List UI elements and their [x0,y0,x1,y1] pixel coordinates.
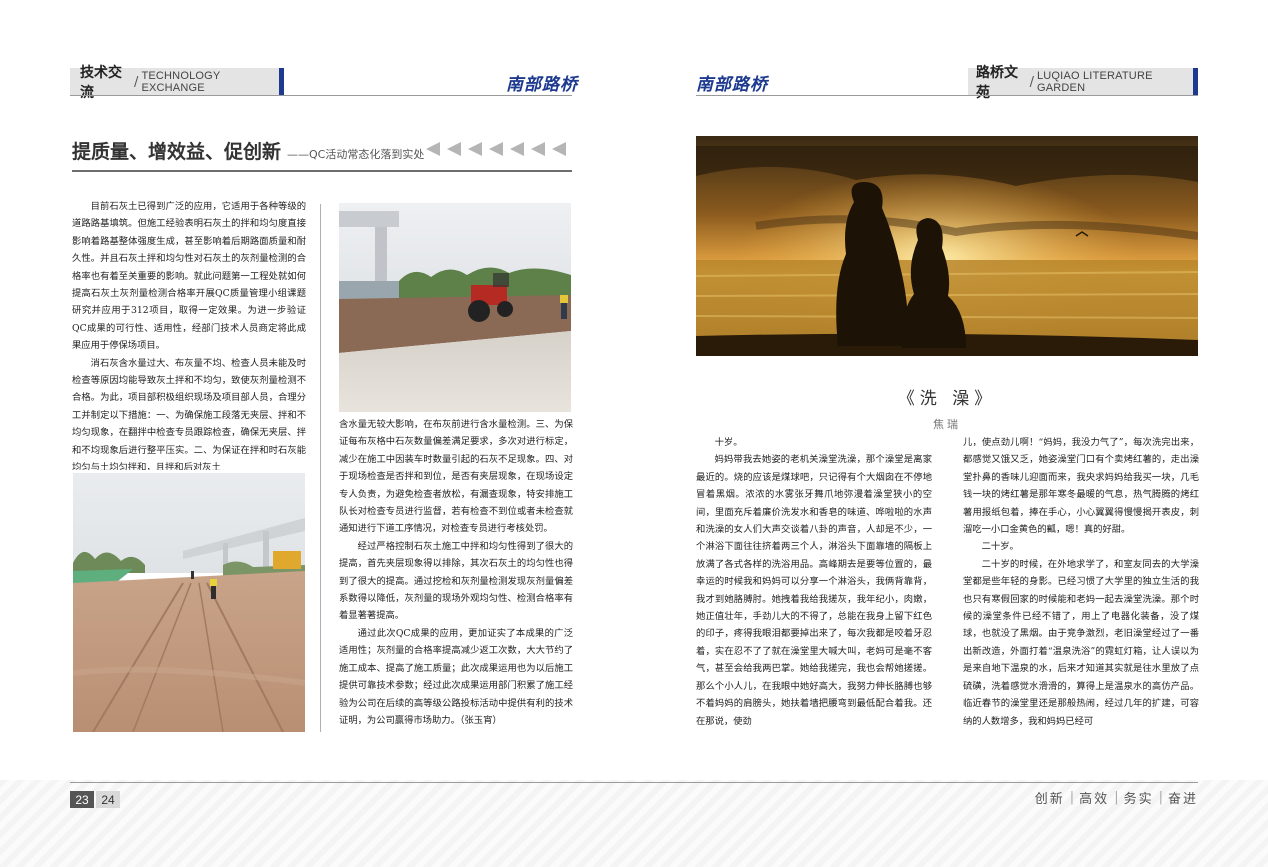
footer-motto: 创新 | 高效 | 务实 | 奋进 [1035,788,1198,807]
left-column-divider [320,204,321,732]
left-arrow-icon [468,142,482,156]
essay-author: 焦瑞 [933,418,961,431]
essay-column-1: 十岁。妈妈带我去她姿的老机关澡堂洗澡，那个澡堂是离家最近的。烧的应该是煤球吧，只… [696,434,932,740]
article-column-2: 含水量无较大影响，在布灰前进行含水量检测。三、为保证每布灰格中石灰数量偏差满足要… [339,416,573,740]
left-arrow-icon [447,142,461,156]
left-section-separator: / [134,74,139,90]
right-section-cn: 路桥文苑 [976,65,1018,101]
essay-paragraph: 妈妈带我去她姿的老机关澡堂洗澡，那个澡堂是离家最近的。烧的应该是煤球吧，只记得有… [696,454,932,727]
motto-word: 创新 [1034,792,1065,807]
article-title: 提质量、增效益、促创新 [72,141,282,163]
left-section-en: TECHNOLOGY EXCHANGE [141,70,221,94]
sunset-silhouette-photo [696,136,1198,356]
left-section-tab: 技术交流 / TECHNOLOGY EXCHANGE [70,65,284,101]
left-arrow-icon [489,142,503,156]
tractor-mixing-photo [339,203,571,412]
right-tab-accent [1193,68,1198,96]
right-header-rule [696,95,1198,96]
motto-divider: | [1158,790,1163,805]
page-number-right: 24 [96,791,120,808]
left-header-rule [70,95,572,96]
right-section-tab: 路桥文苑 / LUQIAO LITERATURE GARDEN [968,65,1198,101]
article-paragraph: 经过严格控制石灰土施工中拌和均匀性得到了很大的提高，首先夹层现象得以排除，其次石… [339,540,573,622]
title-arrow-decoration [426,142,566,156]
left-arrow-icon [510,142,524,156]
roadbed-construction-photo [73,473,305,732]
roadbed-construction-image [73,473,305,732]
motto-divider: | [1069,790,1075,805]
essay-title: 《洗 澡》 [897,389,997,409]
article-column-1: 目前石灰土已得到广泛的应用，它适用于各种等级的道路路基填筑。但施工经验表明石灰土… [72,198,306,470]
article-paragraph: 通过此次QC成果的应用，更加证实了本成果的广泛适用性；灰剂量的合格率提高减少返工… [339,627,573,726]
right-section-en: LUQIAO LITERATURE GARDEN [1036,70,1153,94]
left-brand-logo: 南部路桥 [506,75,578,95]
essay-column-2: 儿，使点劲儿啊！“妈妈，我没力气了”，每次洗完出来，都感觉又饿又乏，她姿澡堂门口… [963,434,1199,740]
page-number-left: 23 [70,791,94,808]
essay-paragraph: 二十岁的时候，在外地求学了，和室友同去的大学澡堂都是些年轻的身影。已经习惯了大学… [963,558,1199,727]
motto-word: 务实 [1123,792,1154,807]
article-paragraph: 目前石灰土已得到广泛的应用，它适用于各种等级的道路路基填筑。但施工经验表明石灰土… [72,201,306,352]
tractor-mixing-image [339,203,571,412]
article-subtitle: ——QC活动常态化落到实处 [287,148,425,161]
left-arrow-icon [426,142,440,156]
article-title-block: 提质量、增效益、促创新 ——QC活动常态化落到实处 [72,137,424,164]
sunset-silhouette-image [696,136,1198,356]
left-section-cn: 技术交流 [80,65,122,101]
left-arrow-icon [531,142,545,156]
article-paragraph: 消石灰含水量过大、布灰量不均、检查人员未能及时检查等原因均能导致灰土拌和不均匀，… [72,357,306,470]
motto-word: 高效 [1079,792,1110,807]
right-brand-logo: 南部路桥 [696,75,768,95]
motto-word: 奋进 [1167,792,1198,807]
right-section-separator: / [1029,74,1034,90]
left-arrow-icon [552,142,566,156]
article-paragraph: 含水量无较大影响，在布灰前进行含水量检测。三、为保证每布灰格中石灰数量偏差满足要… [339,419,573,535]
essay-paragraph: 十岁。 [714,437,743,448]
essay-paragraph: 二十岁。 [981,541,1019,553]
motto-divider: | [1114,790,1119,805]
essay-paragraph: 儿，使点劲儿啊！“妈妈，我没力气了”，每次洗完出来，都感觉又饿又乏，她姿澡堂门口… [963,437,1199,536]
article-title-rule [72,170,572,172]
left-tab-accent [279,68,284,96]
footer-rule [70,782,1198,783]
